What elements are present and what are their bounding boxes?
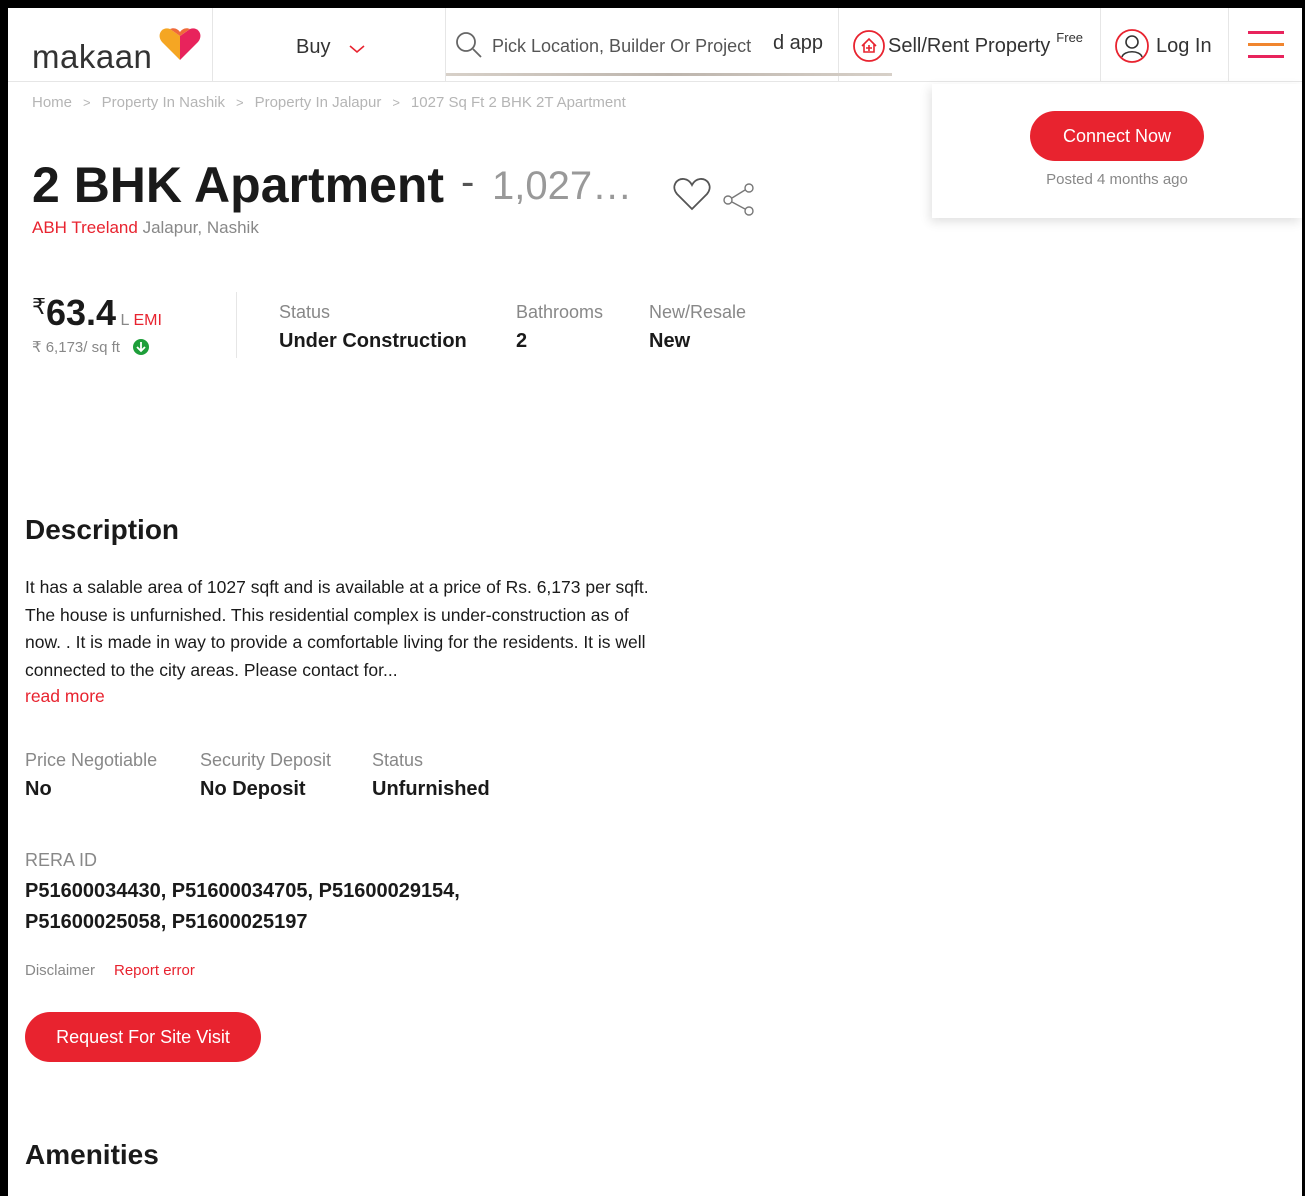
search-icon (456, 32, 482, 58)
hamburger-menu-icon[interactable] (1248, 30, 1284, 60)
project-location: ABH Treeland Jalapur, Nashik (32, 218, 259, 238)
rera-value: P51600034430, P51600034705, P51600029154… (25, 880, 460, 933)
breadcrumb-home[interactable]: Home (32, 94, 72, 111)
locality: Jalapur, (142, 218, 203, 237)
price-divider (236, 292, 237, 358)
breadcrumb: Home > Property In Nashik > Property In … (32, 94, 626, 111)
rupee-symbol: ₹ (32, 294, 46, 319)
price-negotiable-value: No (25, 778, 52, 800)
free-badge: Free (1056, 29, 1084, 45)
header-divider (838, 8, 839, 82)
price-value: 63.4 (46, 292, 117, 333)
breadcrumb-separator: > (83, 95, 91, 110)
connect-now-button[interactable]: Connect Now (1030, 111, 1204, 161)
user-icon (1115, 29, 1149, 63)
breadcrumb-current: 1027 Sq Ft 2 BHK 2T Apartment (410, 94, 626, 111)
login-button[interactable]: Log In (1114, 28, 1212, 64)
logo-text: makaan (32, 38, 153, 75)
read-more-link[interactable]: read more (25, 686, 105, 707)
status-label: Status (279, 302, 331, 322)
logo-heart-icon (159, 28, 201, 60)
rera-label: RERA ID (25, 850, 98, 870)
status-value: Under Construction (279, 330, 467, 352)
title-area: 1,027… (492, 164, 633, 208)
breadcrumb-jalapur[interactable]: Property In Jalapur (255, 94, 382, 111)
bathrooms-value: 2 (516, 330, 528, 352)
top-header: makaan Buy d app Sell/Rent Property Free (8, 8, 1302, 82)
security-deposit-value: No Deposit (200, 778, 306, 800)
price-negotiable-label: Price Negotiable (25, 750, 158, 770)
bathrooms-label: Bathrooms (516, 302, 604, 322)
description-heading: Description (25, 514, 180, 545)
price-unit: L (120, 312, 130, 329)
emi-link[interactable]: EMI (133, 312, 161, 329)
header-divider (1228, 8, 1229, 82)
header-divider (1100, 8, 1101, 82)
chevron-down-icon[interactable] (348, 44, 366, 54)
sell-rent-property-button[interactable]: Sell/Rent Property Free (852, 28, 1083, 64)
price-per-sqft-text: ₹ 6,173/ sq ft (32, 339, 120, 356)
makaan-logo[interactable]: makaan (32, 26, 202, 75)
buy-dropdown-label[interactable]: Buy (296, 36, 330, 59)
sell-rent-label: Sell/Rent Property (888, 34, 1051, 57)
download-app-link[interactable]: d app (773, 32, 823, 55)
search-box (454, 26, 772, 66)
breadcrumb-separator: > (392, 95, 400, 110)
login-label: Log In (1156, 34, 1212, 57)
furnishing-label: Status (372, 750, 424, 770)
price-down-icon (132, 339, 149, 355)
new-resale-value: New (649, 330, 691, 352)
search-input[interactable] (492, 32, 772, 60)
price: ₹63.4 L EMI (32, 292, 162, 334)
request-site-visit-button[interactable]: Request For Site Visit (25, 1012, 261, 1062)
description-text: It has a salable area of 1027 sqft and i… (25, 577, 649, 680)
page-title: 2 BHK Apartment (32, 157, 445, 213)
heart-icon[interactable] (672, 176, 712, 212)
project-link[interactable]: ABH Treeland (32, 218, 138, 237)
security-deposit-label: Security Deposit (200, 750, 332, 770)
breadcrumb-separator: > (236, 95, 244, 110)
title-dash: - (461, 160, 475, 204)
disclaimer-link[interactable]: Disclaimer (25, 962, 95, 979)
share-icon[interactable] (722, 182, 756, 216)
furnishing-value: Unfurnished (372, 778, 490, 800)
amenities-heading: Amenities (25, 1139, 159, 1170)
home-plus-icon (853, 30, 885, 62)
connect-card: Connect Now Posted 4 months ago (932, 84, 1302, 218)
header-shadow (446, 73, 892, 76)
header-divider (445, 8, 446, 82)
city: Nashik (206, 218, 259, 237)
posted-time: Posted 4 months ago (1046, 171, 1188, 188)
breadcrumb-nashik[interactable]: Property In Nashik (102, 94, 225, 111)
header-divider (212, 8, 213, 82)
price-per-sqft: ₹ 6,173/ sq ft (32, 338, 150, 356)
new-resale-label: New/Resale (649, 302, 747, 322)
report-error-link[interactable]: Report error (114, 962, 195, 979)
